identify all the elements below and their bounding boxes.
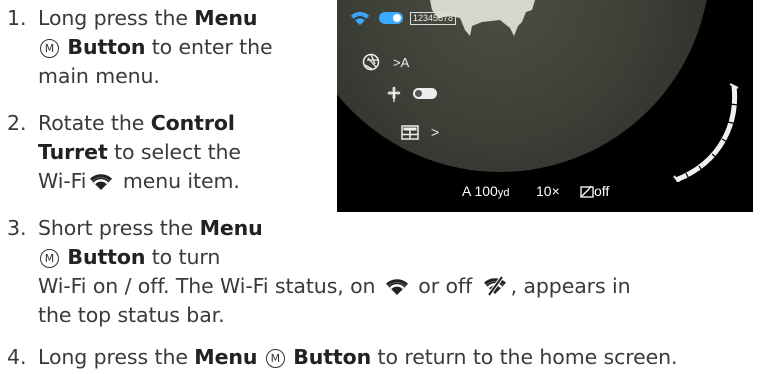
step-text: to select the	[107, 140, 241, 164]
focus-scale-icon	[673, 83, 739, 182]
step-number: 1.	[7, 6, 27, 30]
step-text: to return to the home screen.	[371, 345, 678, 369]
range-unit: yd	[497, 187, 510, 199]
step-text: Rotate the	[38, 111, 151, 135]
step-text: main menu.	[38, 64, 160, 88]
layout-grid-icon	[401, 125, 419, 140]
step-number: 3.	[7, 216, 27, 240]
menu-m-button-icon: M	[40, 39, 59, 58]
step-text: Wi-Fi on / off. The Wi-Fi status, on	[38, 274, 376, 298]
step-text: menu item.	[116, 169, 240, 193]
button-label: Button	[293, 345, 372, 369]
zoom-value: 10×	[536, 183, 560, 199]
menu-m-button-icon: M	[265, 349, 285, 368]
wifi-off-icon	[483, 276, 506, 296]
chevron-right-icon: >	[431, 124, 440, 140]
button-label: Button	[67, 35, 146, 59]
menu-label: Menu	[199, 216, 263, 240]
step-text: Long press the	[38, 6, 195, 30]
step-text: or off	[411, 274, 473, 298]
aperture-icon	[362, 53, 380, 71]
menu-label: Menu	[194, 345, 258, 369]
recording-icon	[580, 185, 594, 198]
step-text: Wi-Fi	[38, 169, 87, 193]
device-screen: 12345678 >A > A 100yd 10× off	[337, 0, 753, 212]
step-text: to turn	[145, 245, 221, 269]
step-text: Long press the	[38, 345, 195, 369]
control-label: Control	[150, 111, 235, 135]
fan-icon	[387, 86, 401, 102]
step-number: 4.	[7, 345, 27, 369]
menu-m-button-icon: M	[40, 249, 59, 268]
wifi-on-icon	[385, 279, 408, 295]
wifi-icon	[90, 174, 113, 190]
wifi-status-icon	[350, 12, 370, 26]
menu-label: Menu	[194, 6, 258, 30]
step-text: Short press the	[38, 216, 200, 240]
step-text: the top status bar.	[38, 303, 225, 327]
picture-mode-value: A	[400, 55, 410, 70]
step-text: , appears in	[510, 274, 631, 298]
step-number: 2.	[7, 111, 27, 135]
button-label: Button	[67, 245, 146, 269]
manual-page: 1. Long press the Menu M Button to enter…	[0, 0, 760, 374]
fan-toggle	[413, 88, 437, 99]
turret-label: Turret	[38, 140, 108, 164]
recording-status: off	[594, 183, 610, 199]
step-text: to enter the	[145, 35, 273, 59]
wifi-ssid: 12345678	[413, 13, 454, 23]
wifi-toggle	[379, 12, 403, 24]
range-value: A 100	[462, 183, 498, 199]
